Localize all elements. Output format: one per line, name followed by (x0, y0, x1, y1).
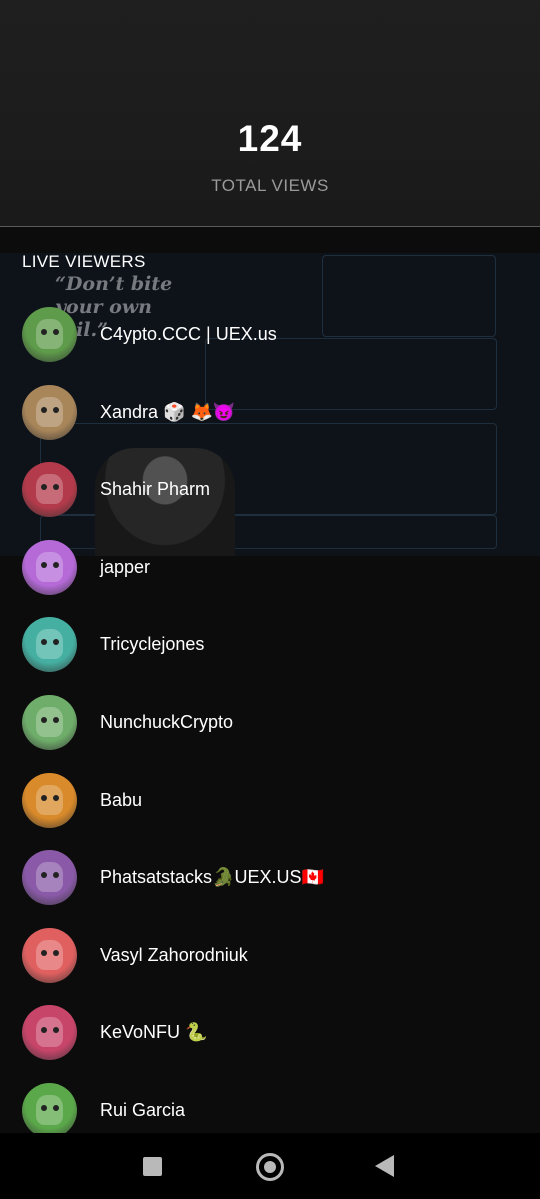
recents-square-icon[interactable] (143, 1157, 162, 1176)
viewer-avatar[interactable] (22, 617, 77, 672)
viewer-name[interactable]: KeVoNFU 🐍 (100, 1022, 207, 1043)
viewer-row[interactable]: C4ypto.CCC | UEX.us (22, 307, 522, 363)
home-circle-icon[interactable] (256, 1153, 284, 1181)
viewer-row[interactable]: Babu (22, 773, 522, 829)
system-navbar (0, 1133, 540, 1199)
viewer-row[interactable]: Xandra 🎲 🦊😈 (22, 385, 522, 441)
viewer-name[interactable]: Shahir Pharm (100, 479, 210, 500)
viewer-avatar[interactable] (22, 1083, 77, 1138)
viewer-row[interactable]: KeVoNFU 🐍 (22, 1005, 522, 1061)
viewer-name[interactable]: Tricyclejones (100, 634, 204, 655)
viewer-avatar[interactable] (22, 1005, 77, 1060)
viewer-name[interactable]: Vasyl Zahorodniuk (100, 945, 248, 966)
viewer-row[interactable]: Phatsatstacks🐊UEX.US🇨🇦 (22, 850, 522, 906)
viewer-row[interactable]: japper (22, 540, 522, 596)
viewer-avatar[interactable] (22, 307, 77, 362)
viewer-row[interactable]: Tricyclejones (22, 617, 522, 673)
viewer-name[interactable]: Babu (100, 790, 142, 811)
viewer-name[interactable]: NunchuckCrypto (100, 712, 233, 733)
viewer-avatar[interactable] (22, 695, 77, 750)
viewer-row[interactable]: Shahir Pharm (22, 462, 522, 518)
live-viewers-heading: LIVE VIEWERS (22, 252, 146, 271)
viewer-row[interactable]: Rui Garcia (22, 1083, 522, 1139)
viewer-row[interactable]: Vasyl Zahorodniuk (22, 928, 522, 984)
viewer-name[interactable]: Xandra 🎲 🦊😈 (100, 402, 235, 423)
viewer-avatar[interactable] (22, 540, 77, 595)
total-views-count: 124 (237, 118, 303, 159)
viewer-avatar[interactable] (22, 385, 77, 440)
viewer-name[interactable]: C4ypto.CCC | UEX.us (100, 324, 277, 345)
viewer-avatar[interactable] (22, 462, 77, 517)
views-header: 124 TOTAL VIEWS (0, 0, 540, 227)
viewer-avatar[interactable] (22, 773, 77, 828)
viewer-name[interactable]: Phatsatstacks🐊UEX.US🇨🇦 (100, 867, 324, 888)
viewer-avatar[interactable] (22, 928, 77, 983)
total-views-label: TOTAL VIEWS (211, 176, 329, 195)
viewer-name[interactable]: Rui Garcia (100, 1100, 185, 1121)
viewer-avatar[interactable] (22, 850, 77, 905)
viewer-row[interactable]: NunchuckCrypto (22, 695, 522, 751)
back-triangle-icon[interactable] (375, 1155, 394, 1177)
viewer-name[interactable]: japper (100, 557, 150, 578)
